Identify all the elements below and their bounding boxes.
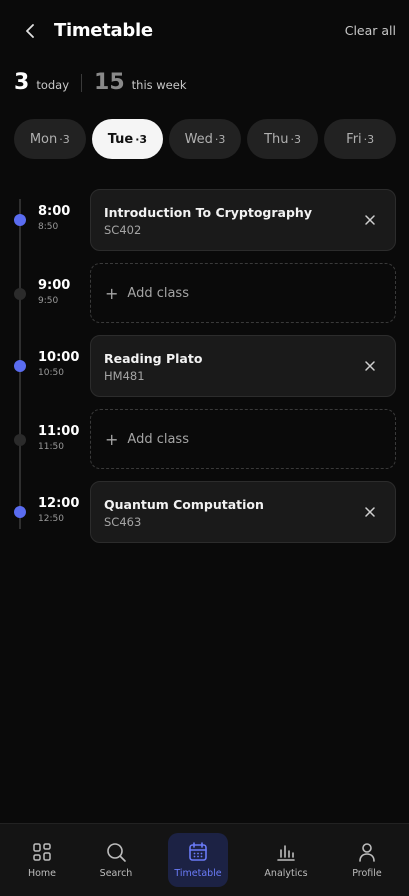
nav-label: Home xyxy=(27,868,57,879)
add-class-button[interactable]: + Add class xyxy=(90,263,396,323)
calendar-icon xyxy=(189,842,207,861)
day-tab-thu[interactable]: Thu ·3 xyxy=(246,119,319,159)
nav-item-timetable[interactable]: Timetable xyxy=(168,833,228,887)
timeline: 8:00 8:50 Introduction To Cryptography S… xyxy=(0,189,409,549)
page-title: Timetable xyxy=(54,20,153,41)
stats-summary: 3 today 15 this week xyxy=(14,70,187,96)
plus-icon: + xyxy=(105,283,119,303)
day-count-value: 3 xyxy=(139,132,148,146)
bottom-nav: Home Search Timetable Analytics Profile xyxy=(0,823,409,896)
nav-item-search[interactable]: Search xyxy=(86,833,146,887)
day-name: Fri xyxy=(346,131,362,147)
slot-start-time: 10:00 xyxy=(38,350,80,365)
day-selector: Mon ·3 Tue ·3 Wed ·3 Thu ·3 Fri ·3 xyxy=(14,119,396,159)
day-name: Mon xyxy=(29,131,58,147)
plus-icon: + xyxy=(105,429,119,449)
slot-time: 9:00 9:50 xyxy=(38,278,70,306)
slot-start-time: 9:00 xyxy=(38,278,71,293)
close-icon[interactable] xyxy=(363,505,377,519)
week-label: this week xyxy=(131,78,187,92)
slot-time: 12:00 12:50 xyxy=(38,496,79,524)
slot-end-time: 10:50 xyxy=(38,368,64,378)
class-code: SC463 xyxy=(104,515,142,529)
stats-divider xyxy=(81,74,83,92)
day-name: Wed xyxy=(184,131,213,147)
nav-item-profile[interactable]: Profile xyxy=(337,833,397,887)
time-slot: 11:00 11:50 + Add class xyxy=(0,409,409,471)
slot-start-time: 8:00 xyxy=(38,204,71,219)
week-count: 15 xyxy=(94,70,125,95)
day-count: ·3 xyxy=(290,132,302,146)
today-label: today xyxy=(36,78,70,92)
header: Timetable Clear all xyxy=(0,0,409,62)
slot-time: 8:00 8:50 xyxy=(38,204,70,232)
day-count-value: 3 xyxy=(62,132,70,146)
class-name: Reading Plato xyxy=(104,351,203,366)
class-card[interactable]: Reading Plato HM481 xyxy=(90,335,396,397)
grid-icon xyxy=(33,843,51,861)
chevron-left-icon xyxy=(26,24,34,38)
slot-start-time: 12:00 xyxy=(38,496,80,511)
time-slot: 12:00 12:50 Quantum Computation SC463 xyxy=(0,481,409,543)
nav-label: Search xyxy=(99,868,133,879)
slot-end-time: 12:50 xyxy=(38,514,64,524)
slot-end-time: 8:50 xyxy=(38,222,59,232)
day-count: ·3 xyxy=(214,132,226,146)
slot-time: 10:00 10:50 xyxy=(38,350,79,378)
add-class-label: Add class xyxy=(127,431,189,447)
day-tab-wed[interactable]: Wed ·3 xyxy=(169,119,241,159)
nav-item-analytics[interactable]: Analytics xyxy=(256,833,316,887)
close-icon[interactable] xyxy=(363,213,377,227)
slot-end-time: 11:50 xyxy=(38,442,64,452)
slot-start-time: 11:00 xyxy=(38,424,80,439)
time-slot: 9:00 9:50 + Add class xyxy=(0,263,409,325)
class-name: Quantum Computation xyxy=(104,497,264,512)
day-count-value: 3 xyxy=(218,132,226,146)
search-icon xyxy=(107,843,126,862)
today-count: 3 xyxy=(14,70,30,95)
class-code: SC402 xyxy=(104,223,142,237)
day-tab-mon[interactable]: Mon ·3 xyxy=(14,119,86,159)
nav-label: Timetable xyxy=(174,868,222,879)
timeline-dot xyxy=(14,360,26,372)
day-tab-tue[interactable]: Tue ·3 xyxy=(91,119,164,159)
add-class-button[interactable]: + Add class xyxy=(90,409,396,469)
bar-chart-icon xyxy=(277,845,295,861)
day-count: ·3 xyxy=(59,132,70,146)
class-code: HM481 xyxy=(104,369,145,383)
timeline-dot xyxy=(14,434,26,446)
time-slot: 10:00 10:50 Reading Plato HM481 xyxy=(0,335,409,397)
back-button[interactable] xyxy=(20,20,42,42)
close-icon[interactable] xyxy=(363,359,377,373)
time-slot: 8:00 8:50 Introduction To Cryptography S… xyxy=(0,189,409,251)
day-name: Tue xyxy=(107,131,134,147)
day-count: ·3 xyxy=(363,132,375,146)
timeline-dot xyxy=(14,506,26,518)
add-class-label: Add class xyxy=(127,285,189,301)
timeline-dot xyxy=(14,214,26,226)
slot-time: 11:00 11:50 xyxy=(38,424,79,452)
class-card[interactable]: Introduction To Cryptography SC402 xyxy=(90,189,396,251)
user-icon xyxy=(359,843,375,862)
day-tab-fri[interactable]: Fri ·3 xyxy=(324,119,396,159)
class-name: Introduction To Cryptography xyxy=(104,205,312,220)
day-count: ·3 xyxy=(135,132,148,146)
slot-end-time: 9:50 xyxy=(38,296,59,306)
nav-label: Profile xyxy=(352,868,382,879)
nav-item-home[interactable]: Home xyxy=(12,833,72,887)
clear-all-button[interactable]: Clear all xyxy=(345,23,396,38)
day-count-value: 3 xyxy=(367,132,375,146)
day-count-value: 3 xyxy=(294,132,302,146)
day-name: Thu xyxy=(264,131,289,147)
timeline-dot xyxy=(14,288,26,300)
nav-label: Analytics xyxy=(264,868,308,879)
class-card[interactable]: Quantum Computation SC463 xyxy=(90,481,396,543)
